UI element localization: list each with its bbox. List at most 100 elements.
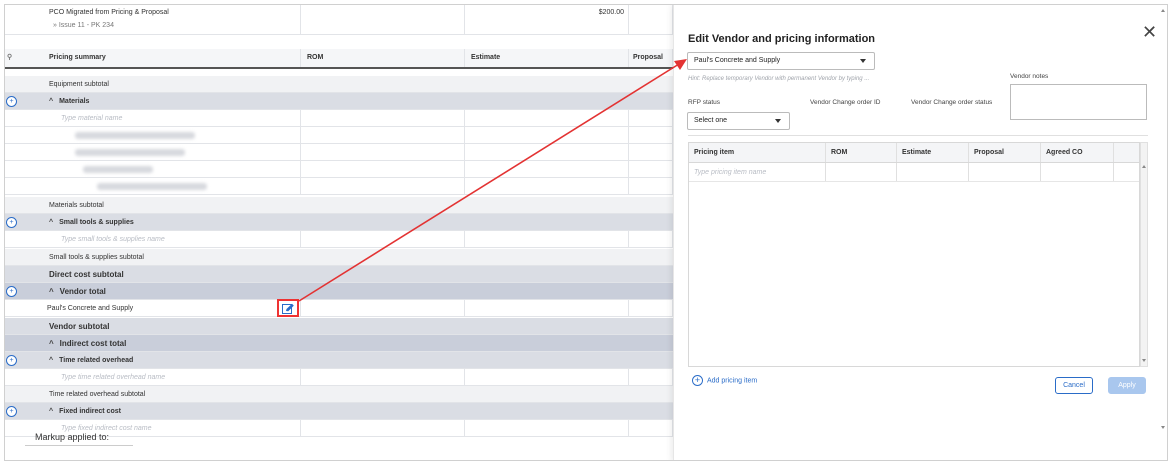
pricing-item-input-row[interactable]: Type pricing item name xyxy=(689,163,1139,182)
time-overhead-input-row[interactable]: Type time related overhead name xyxy=(5,369,673,386)
materials-label: Materials xyxy=(59,98,90,105)
pricing-grid: PCO Migrated from Pricing & Proposal » Is… xyxy=(5,5,673,460)
scroll-up-icon[interactable] xyxy=(1142,165,1146,168)
markup-tabs[interactable] xyxy=(25,445,133,457)
scroll-up-icon[interactable] xyxy=(1161,9,1165,12)
vendor-subtotal-row: Vendor subtotal xyxy=(5,318,673,335)
search-icon[interactable]: ⚲ xyxy=(7,49,12,67)
close-icon[interactable]: ✕ xyxy=(1142,23,1157,41)
chevron-up-icon[interactable]: ^ xyxy=(49,339,54,348)
plus-circle-icon: + xyxy=(692,375,703,386)
material-name-input[interactable]: Type material name xyxy=(61,110,122,127)
pricing-item-name-input[interactable]: Type pricing item name xyxy=(689,163,826,181)
fixed-indirect-section-row[interactable]: + ^ Fixed indirect cost xyxy=(5,403,673,420)
edit-vendor-button[interactable] xyxy=(277,299,299,317)
pco-amount: $200.00 xyxy=(598,9,624,16)
small-tools-heading: ^ Small tools & supplies xyxy=(49,214,134,231)
indirect-cost-total-label: Indirect cost total xyxy=(59,339,127,348)
header-pricing-summary[interactable]: Pricing summary xyxy=(49,49,106,67)
vendor-name: Paul's Concrete and Supply xyxy=(47,305,134,312)
col-rom[interactable]: ROM xyxy=(826,143,897,162)
chevron-up-icon[interactable]: ^ xyxy=(49,98,53,105)
caret-down-icon xyxy=(860,59,866,63)
add-circle-icon[interactable]: + xyxy=(6,286,17,297)
edit-vendor-panel: Edit Vendor and pricing information ✕ Pa… xyxy=(673,5,1167,460)
fixed-indirect-label: Fixed indirect cost xyxy=(59,408,121,415)
add-circle-icon[interactable]: + xyxy=(6,406,17,417)
table-row[interactable] xyxy=(5,144,673,161)
pco-row[interactable]: PCO Migrated from Pricing & Proposal » Is… xyxy=(5,5,673,35)
table-row[interactable] xyxy=(5,161,673,178)
redacted-text xyxy=(75,132,195,139)
rfp-status-label: RFP status xyxy=(688,99,721,106)
time-overhead-section-row[interactable]: + ^ Time related overhead xyxy=(5,352,673,369)
time-overhead-subtotal-row: Time related overhead subtotal xyxy=(5,386,673,403)
chevron-up-icon[interactable]: ^ xyxy=(49,219,53,226)
apply-button[interactable]: Apply xyxy=(1108,377,1146,394)
vendor-co-status-label: Vendor Change order status xyxy=(911,99,993,106)
cancel-button[interactable]: Cancel xyxy=(1055,377,1093,394)
add-circle-icon[interactable]: + xyxy=(6,355,17,366)
add-circle-icon[interactable]: + xyxy=(6,96,17,107)
fixed-indirect-heading: ^ Fixed indirect cost xyxy=(49,403,121,420)
time-overhead-label: Time related overhead xyxy=(59,357,134,364)
rfp-status-select[interactable]: Select one xyxy=(687,112,790,130)
indirect-cost-section-row[interactable]: ^ Indirect cost total xyxy=(5,335,673,352)
indirect-cost-heading: ^ Indirect cost total xyxy=(49,335,126,352)
table-row[interactable] xyxy=(5,127,673,144)
add-circle-icon[interactable]: + xyxy=(6,217,17,228)
direct-cost-subtotal-row: Direct cost subtotal xyxy=(5,266,673,283)
col-pricing-item[interactable]: Pricing item xyxy=(689,143,826,162)
small-tools-subtotal-row: Small tools & supplies subtotal xyxy=(5,249,673,266)
markup-label: Markup applied to: xyxy=(35,432,110,442)
vendor-select[interactable]: Paul's Concrete and Supply xyxy=(687,52,875,70)
materials-subtotal-label: Materials subtotal xyxy=(49,202,104,209)
small-tools-section-row[interactable]: + ^ Small tools & supplies xyxy=(5,214,673,231)
app-frame: PCO Migrated from Pricing & Proposal » Is… xyxy=(4,4,1168,461)
vendor-row[interactable]: Paul's Concrete and Supply xyxy=(5,300,673,317)
materials-heading: ^ Materials xyxy=(49,93,89,110)
chevron-up-icon[interactable]: ^ xyxy=(49,357,53,364)
vendor-co-id-label: Vendor Change order ID xyxy=(810,99,881,106)
redacted-text xyxy=(75,149,185,156)
direct-cost-subtotal-label: Direct cost subtotal xyxy=(49,270,124,279)
time-overhead-name-input[interactable]: Type time related overhead name xyxy=(61,369,165,386)
small-tools-name-input[interactable]: Type small tools & supplies name xyxy=(61,231,165,248)
grid-header: ⚲ Pricing summary ROM Estimate Proposal xyxy=(5,49,673,69)
chevron-up-icon[interactable]: ^ xyxy=(49,408,53,415)
caret-down-icon xyxy=(775,119,781,123)
col-estimate[interactable]: Estimate xyxy=(897,143,969,162)
table-row[interactable] xyxy=(5,178,673,195)
add-pricing-item-label: Add pricing item xyxy=(707,377,758,385)
vendor-total-heading: ^ Vendor total xyxy=(49,283,106,300)
rfp-status-value: Select one xyxy=(694,117,728,124)
pco-sub-label: » Issue 11 - PK 234 xyxy=(53,22,114,29)
header-proposal[interactable]: Proposal xyxy=(633,49,663,67)
redacted-text xyxy=(97,183,207,190)
materials-section-row[interactable]: + ^ Materials xyxy=(5,93,673,110)
vendor-notes-field[interactable] xyxy=(1010,84,1147,120)
header-estimate[interactable]: Estimate xyxy=(471,49,500,67)
panel-scrollbar[interactable] xyxy=(1160,9,1166,429)
small-tools-input-row[interactable]: Type small tools & supplies name xyxy=(5,231,673,248)
small-tools-label: Small tools & supplies xyxy=(59,219,134,226)
pricing-table-scrollbar[interactable] xyxy=(1140,142,1148,367)
vendor-hint: Hint: Replace temporary Vendor with perm… xyxy=(688,76,870,82)
col-proposal[interactable]: Proposal xyxy=(969,143,1041,162)
pricing-table-header: Pricing item ROM Estimate Proposal Agree… xyxy=(689,143,1139,163)
scroll-down-icon[interactable] xyxy=(1161,426,1165,429)
time-overhead-heading: ^ Time related overhead xyxy=(49,352,133,369)
panel-title: Edit Vendor and pricing information xyxy=(688,33,876,45)
vendor-select-value: Paul's Concrete and Supply xyxy=(694,57,781,64)
header-rom[interactable]: ROM xyxy=(307,49,323,67)
add-pricing-item-button[interactable]: + Add pricing item xyxy=(692,375,757,386)
chevron-up-icon[interactable]: ^ xyxy=(49,287,54,296)
scroll-down-icon[interactable] xyxy=(1142,359,1146,362)
vendor-total-label: Vendor total xyxy=(59,287,106,296)
equipment-subtotal-row: Equipment subtotal xyxy=(5,76,673,93)
pencil-icon xyxy=(282,303,294,314)
material-input-row[interactable]: Type material name xyxy=(5,110,673,127)
col-agreed-co[interactable]: Agreed CO xyxy=(1041,143,1114,162)
time-overhead-subtotal-label: Time related overhead subtotal xyxy=(49,391,146,398)
vendor-total-section-row[interactable]: + ^ Vendor total xyxy=(5,283,673,300)
